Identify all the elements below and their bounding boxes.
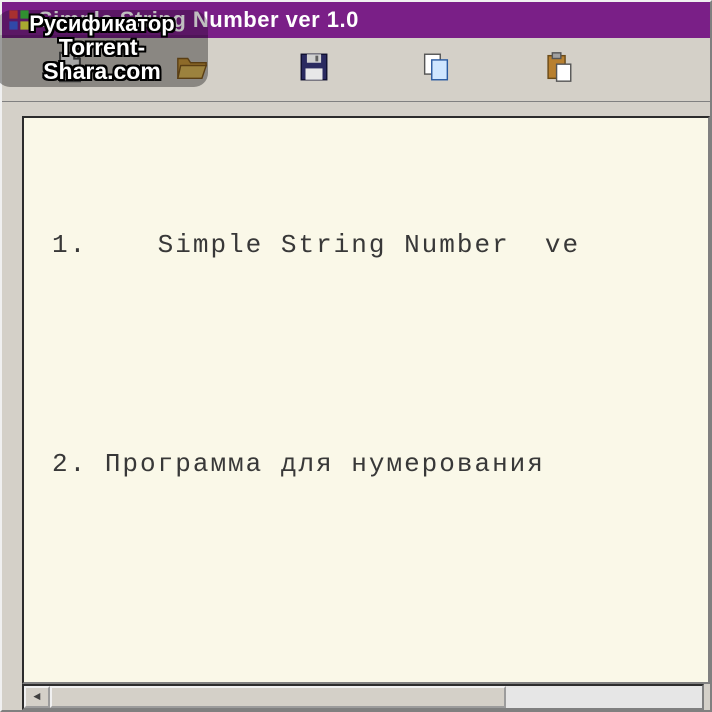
horizontal-scrollbar[interactable]: ◄ [22,684,704,710]
copy-icon [419,50,453,89]
toolbar [2,38,710,102]
titlebar[interactable]: Simple String Number ver 1.0 [2,2,710,38]
scroll-track[interactable] [50,686,702,708]
content-area: 1. Simple String Number ve 2. Программа … [2,102,710,710]
open-button[interactable] [132,43,252,97]
chevron-left-icon: ◄ [33,690,40,704]
new-button[interactable] [10,43,130,97]
paste-icon [541,50,575,89]
app-icon [8,9,30,31]
copy-button[interactable] [376,43,496,97]
save-button[interactable] [254,43,374,97]
scroll-thumb[interactable] [50,686,506,708]
app-window: Simple String Number ver 1.0 [0,0,712,712]
text-editor[interactable]: 1. Simple String Number ve 2. Программа … [22,116,710,684]
window-title: Simple String Number ver 1.0 [38,7,359,33]
text-line: 1. Simple String Number ve [52,227,688,265]
new-file-icon [53,50,87,89]
text-line: 2. Программа для нумерования [52,446,688,484]
scroll-left-button[interactable]: ◄ [24,686,50,708]
save-floppy-icon [297,50,331,89]
open-folder-icon [175,50,209,89]
paste-button[interactable] [498,43,618,97]
